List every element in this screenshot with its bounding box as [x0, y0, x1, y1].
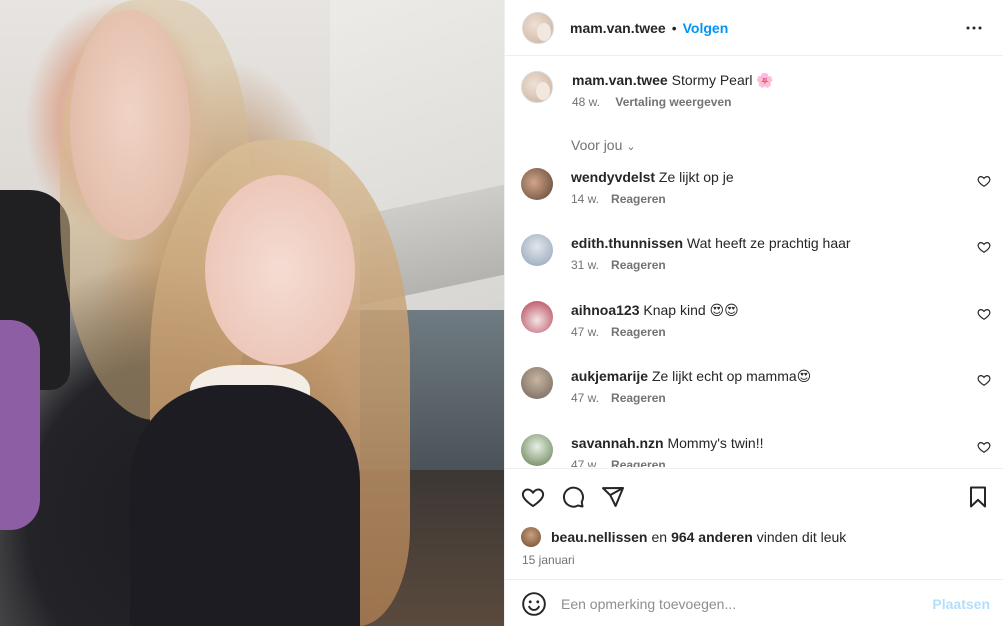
- post-date: 15 januari: [522, 553, 575, 567]
- more-options-icon[interactable]: [962, 16, 986, 40]
- liker-avatar[interactable]: [521, 527, 541, 547]
- likes-suffix: vinden dit leuk: [756, 529, 847, 545]
- comment-item: wendyvdelst Ze lijkt op je 14 w. Reageren: [521, 168, 991, 206]
- header-separator: •: [671, 19, 677, 36]
- post-photo[interactable]: [0, 0, 504, 626]
- commenter-username[interactable]: edith.thunnissen: [571, 235, 683, 251]
- commenter-username[interactable]: wendyvdelst: [571, 169, 655, 185]
- reply-button[interactable]: Reageren: [611, 258, 666, 272]
- follow-button[interactable]: Volgen: [683, 20, 729, 36]
- comment-text: Ze lijkt echt op mamma😍: [651, 368, 812, 384]
- reply-button[interactable]: Reageren: [611, 192, 666, 206]
- commenter-username[interactable]: savannah.nzn: [571, 435, 664, 451]
- commenter-avatar[interactable]: [521, 301, 553, 333]
- comment-text: Mommy's twin!!: [667, 435, 764, 451]
- reply-button[interactable]: Reageren: [611, 325, 666, 339]
- comment-item: savannah.nzn Mommy's twin!! 47 w. Reagere…: [521, 434, 991, 467]
- comment-age: 47 w.: [571, 391, 600, 405]
- like-heart-icon[interactable]: [977, 440, 991, 454]
- caption-username[interactable]: mam.van.twee: [572, 72, 668, 88]
- liker-username[interactable]: beau.nellissen: [551, 529, 647, 545]
- comment-item: aukjemarije Ze lijkt echt op mamma😍 47 w…: [521, 367, 991, 405]
- translate-link[interactable]: Vertaling weergeven: [615, 95, 731, 109]
- reply-button[interactable]: Reageren: [611, 391, 666, 405]
- comment-age: 47 w.: [571, 325, 600, 339]
- comment-text: Ze lijkt op je: [658, 169, 734, 185]
- commenter-avatar[interactable]: [521, 234, 553, 266]
- add-comment-bar: Plaatsen: [505, 581, 1003, 626]
- caption: mam.van.twee Stormy Pearl 🌸 48 w. Vertal…: [521, 71, 774, 109]
- likes-summary[interactable]: beau.nellissen en 964 anderen vinden dit…: [521, 527, 846, 547]
- author-avatar[interactable]: [522, 11, 554, 44]
- caption-avatar[interactable]: [521, 71, 553, 103]
- comment-age: 47 w.: [571, 458, 600, 467]
- comment-input[interactable]: [561, 595, 921, 612]
- commenter-avatar[interactable]: [521, 367, 553, 399]
- comment-icon[interactable]: [561, 485, 585, 509]
- post-comment-button[interactable]: Plaatsen: [932, 596, 990, 612]
- commenter-username[interactable]: aihnoa123: [571, 302, 639, 318]
- bookmark-icon[interactable]: [966, 485, 990, 512]
- commenter-avatar[interactable]: [521, 168, 553, 200]
- comment-text: Knap kind 😍😍: [643, 302, 739, 318]
- post-actions: beau.nellissen en 964 anderen vinden dit…: [505, 468, 1003, 580]
- comment-age: 31 w.: [571, 258, 600, 272]
- comment-text: Wat heeft ze prachtig haar: [686, 235, 851, 251]
- post-side-panel: mam.van.twee • Volgen mam.van.twee Storm…: [504, 0, 1003, 626]
- photo-face-child: [205, 175, 355, 365]
- like-heart-icon[interactable]: [977, 240, 991, 254]
- commenter-avatar[interactable]: [521, 434, 553, 466]
- caption-age: 48 w.: [572, 95, 601, 109]
- photo-sleeve: [0, 320, 40, 530]
- like-icon[interactable]: [521, 485, 545, 509]
- comment-item: aihnoa123 Knap kind 😍😍 47 w. Reageren: [521, 301, 991, 339]
- comment-item: edith.thunnissen Wat heeft ze prachtig h…: [521, 234, 991, 272]
- like-heart-icon[interactable]: [977, 373, 991, 387]
- comments-list[interactable]: mam.van.twee Stormy Pearl 🌸 48 w. Vertal…: [505, 57, 1003, 467]
- commenter-username[interactable]: aukjemarije: [571, 368, 648, 384]
- post-header: mam.van.twee • Volgen: [505, 0, 1003, 56]
- likes-count[interactable]: 964 anderen: [671, 529, 753, 545]
- author-username[interactable]: mam.van.twee: [570, 20, 666, 36]
- likes-joiner: en: [651, 529, 668, 545]
- share-icon[interactable]: [601, 485, 625, 509]
- photo-vest: [130, 385, 360, 626]
- emoji-icon[interactable]: [521, 591, 547, 617]
- reply-button[interactable]: Reageren: [611, 458, 666, 467]
- comment-sort-label: Voor jou: [571, 137, 623, 153]
- chevron-down-icon: ⌄: [626, 141, 636, 153]
- like-heart-icon[interactable]: [977, 307, 991, 321]
- comment-sort[interactable]: Voor jou ⌄: [571, 137, 636, 153]
- like-heart-icon[interactable]: [977, 174, 991, 188]
- photo-face-mother: [70, 10, 190, 240]
- comment-age: 14 w.: [571, 192, 600, 206]
- caption-text: Stormy Pearl 🌸: [671, 72, 774, 88]
